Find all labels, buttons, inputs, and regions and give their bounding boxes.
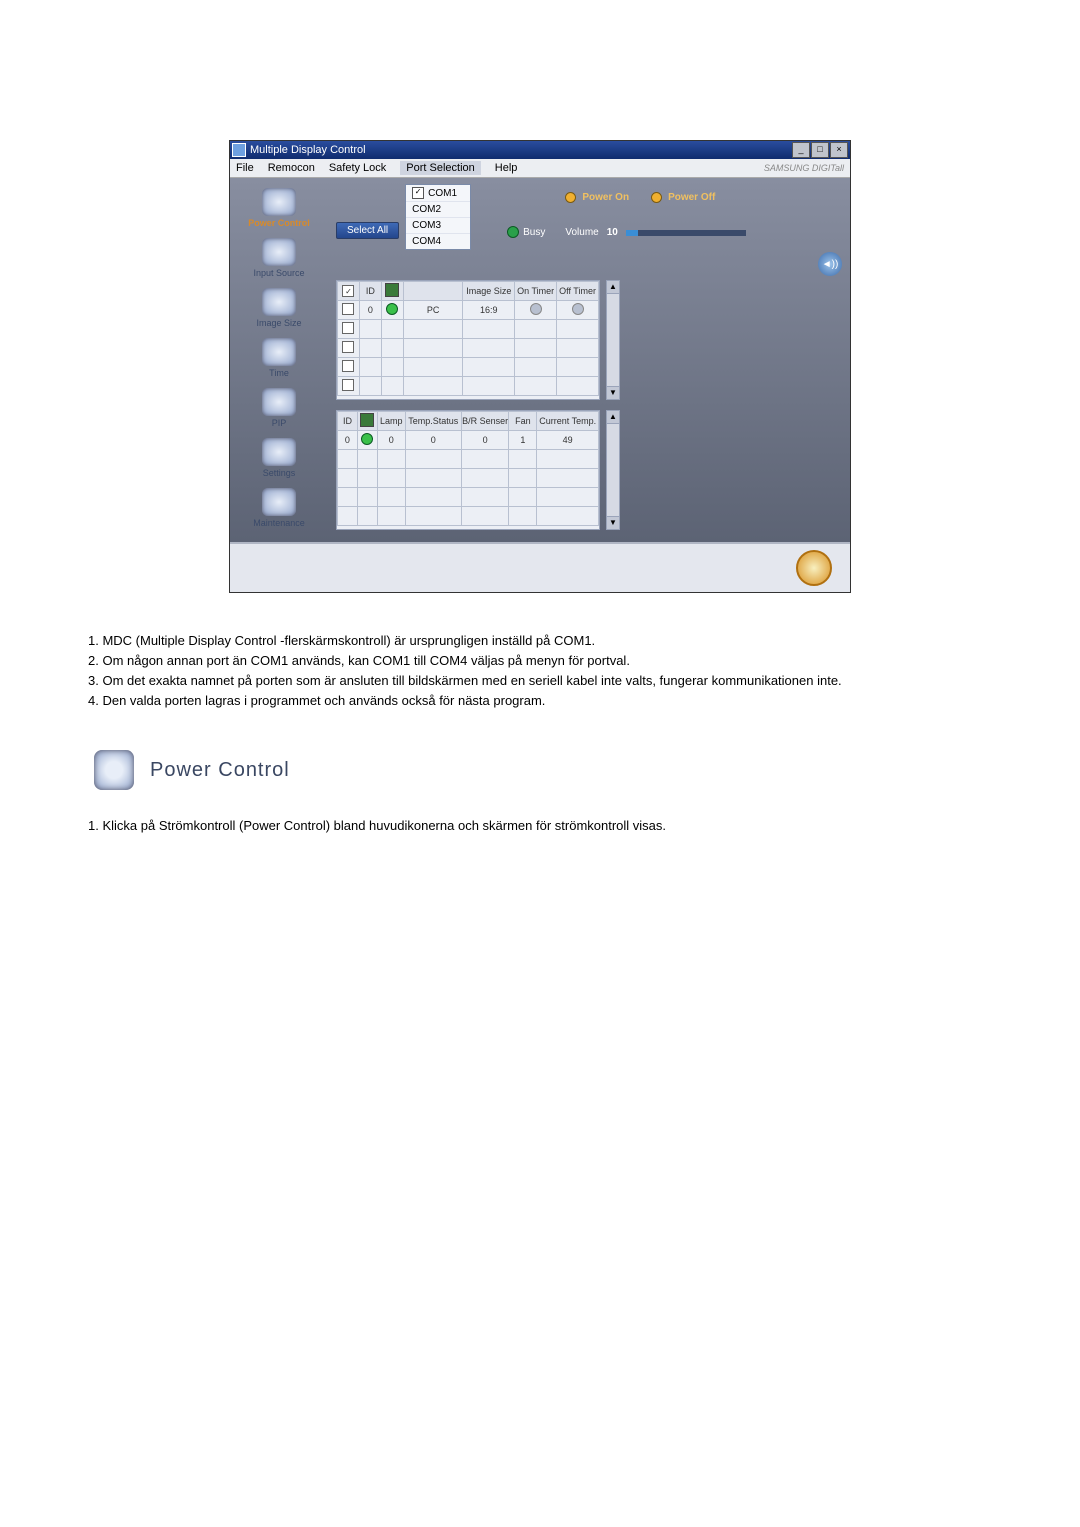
table-row[interactable] xyxy=(338,320,599,339)
busy-indicator: Busy xyxy=(507,226,545,238)
minimize-button[interactable]: _ xyxy=(792,142,810,158)
maintenance-icon xyxy=(262,488,296,516)
section-title: Power Control xyxy=(150,759,290,782)
timer-dot-icon xyxy=(530,303,542,315)
status-bar xyxy=(230,542,850,592)
app-window: Multiple Display Control _ □ × File Remo… xyxy=(229,140,851,593)
power-off-button[interactable]: Power Off xyxy=(651,192,715,203)
volume-slider[interactable] xyxy=(626,230,746,236)
table-row[interactable] xyxy=(338,488,599,507)
display-grid: ID Image Size On Timer Off Timer 0 xyxy=(336,280,600,400)
list-item: 1. Klicka på Strömkontroll (Power Contro… xyxy=(88,818,1000,833)
timer-dot-icon xyxy=(572,303,584,315)
menu-port-selection[interactable]: Port Selection xyxy=(400,161,480,175)
grid-scrollbar[interactable]: ▲ ▼ xyxy=(606,280,620,400)
status-dot-icon xyxy=(361,433,373,445)
sidebar-item-settings[interactable]: Settings xyxy=(235,436,323,484)
volume-value: 10 xyxy=(607,227,618,238)
header-info-icon xyxy=(360,413,374,427)
sidebar-item-label: Maintenance xyxy=(253,518,305,528)
title-bar: Multiple Display Control _ □ × xyxy=(230,141,850,159)
volume-label: Volume xyxy=(565,227,598,238)
busy-dot-icon xyxy=(507,226,519,238)
volume-control: Volume 10 xyxy=(565,227,842,238)
power-on-dot-icon xyxy=(565,192,576,203)
port-option-com3[interactable]: COM3 xyxy=(406,218,470,234)
status-warning-icon xyxy=(796,550,832,586)
speaker-icon[interactable]: ◄)) xyxy=(818,252,842,276)
notes-list-2: 1. Klicka på Strömkontroll (Power Contro… xyxy=(88,818,1000,833)
menu-safety-lock[interactable]: Safety Lock xyxy=(329,162,386,174)
power-icon xyxy=(262,188,296,216)
table-row[interactable] xyxy=(338,450,599,469)
image-size-icon xyxy=(262,288,296,316)
sidebar-item-label: PIP xyxy=(272,418,287,428)
port-option-com1[interactable]: ✓COM1 xyxy=(406,185,470,202)
header-info-icon xyxy=(385,283,399,297)
scroll-down-icon[interactable]: ▼ xyxy=(607,386,619,399)
notes-list-1: 1. MDC (Multiple Display Control -flersk… xyxy=(88,633,1000,708)
sidebar-item-pip[interactable]: PIP xyxy=(235,386,323,434)
pip-icon xyxy=(262,388,296,416)
section-heading: Power Control xyxy=(94,750,1000,790)
row-check[interactable] xyxy=(342,303,354,315)
power-control-icon xyxy=(94,750,134,790)
status-dot-icon xyxy=(386,303,398,315)
menu-file[interactable]: File xyxy=(236,162,254,174)
check-icon: ✓ xyxy=(412,187,424,199)
input-icon xyxy=(262,238,296,266)
sidebar-item-maintenance[interactable]: Maintenance xyxy=(235,486,323,534)
power-on-button[interactable]: Power On xyxy=(565,192,629,203)
table-row[interactable] xyxy=(338,469,599,488)
sidebar-item-power-control[interactable]: Power Control xyxy=(235,186,323,234)
select-all-button[interactable]: Select All xyxy=(336,222,399,239)
table-row[interactable] xyxy=(338,507,599,526)
brand-label: SAMSUNG DIGITall xyxy=(764,163,844,173)
scroll-down-icon[interactable]: ▼ xyxy=(607,516,619,529)
menu-help[interactable]: Help xyxy=(495,162,518,174)
status-grid: ID Lamp Temp.Status B/R Senser Fan Curre… xyxy=(336,410,600,530)
sidebar-item-input-source[interactable]: Input Source xyxy=(235,236,323,284)
list-item: 2. Om någon annan port än COM1 används, … xyxy=(88,653,1000,668)
header-check-icon[interactable] xyxy=(342,285,354,297)
table-row[interactable] xyxy=(338,377,599,396)
scroll-up-icon[interactable]: ▲ xyxy=(607,411,619,424)
sidebar-item-label: Settings xyxy=(263,468,296,478)
list-item: 1. MDC (Multiple Display Control -flersk… xyxy=(88,633,1000,648)
status-grid-scrollbar[interactable]: ▲ ▼ xyxy=(606,410,620,530)
table-row[interactable] xyxy=(338,339,599,358)
maximize-button[interactable]: □ xyxy=(811,142,829,158)
power-off-dot-icon xyxy=(651,192,662,203)
table-row[interactable]: 0 0 0 0 1 49 xyxy=(338,431,599,450)
sidebar-item-label: Time xyxy=(269,368,289,378)
table-row[interactable] xyxy=(338,358,599,377)
port-selection-dropdown[interactable]: ✓COM1 COM2 COM3 COM4 xyxy=(405,184,471,250)
list-item: 4. Den valda porten lagras i programmet … xyxy=(88,693,1000,708)
sidebar-item-label: Power Control xyxy=(248,218,310,228)
sidebar-item-label: Input Source xyxy=(253,268,304,278)
sidebar: Power Control Input Source Image Size Ti… xyxy=(230,178,328,542)
sidebar-item-label: Image Size xyxy=(256,318,301,328)
scroll-up-icon[interactable]: ▲ xyxy=(607,281,619,294)
table-row[interactable]: 0 PC 16:9 xyxy=(338,301,599,320)
menu-bar: File Remocon Safety Lock Port Selection … xyxy=(230,159,850,178)
time-icon xyxy=(262,338,296,366)
menu-remocon[interactable]: Remocon xyxy=(268,162,315,174)
port-option-com4[interactable]: COM4 xyxy=(406,234,470,249)
close-button[interactable]: × xyxy=(830,142,848,158)
sidebar-item-image-size[interactable]: Image Size xyxy=(235,286,323,334)
sidebar-item-time[interactable]: Time xyxy=(235,336,323,384)
port-option-com2[interactable]: COM2 xyxy=(406,202,470,218)
app-icon xyxy=(232,143,246,157)
window-title: Multiple Display Control xyxy=(250,141,366,159)
list-item: 3. Om det exakta namnet på porten som är… xyxy=(88,673,1000,688)
settings-icon xyxy=(262,438,296,466)
